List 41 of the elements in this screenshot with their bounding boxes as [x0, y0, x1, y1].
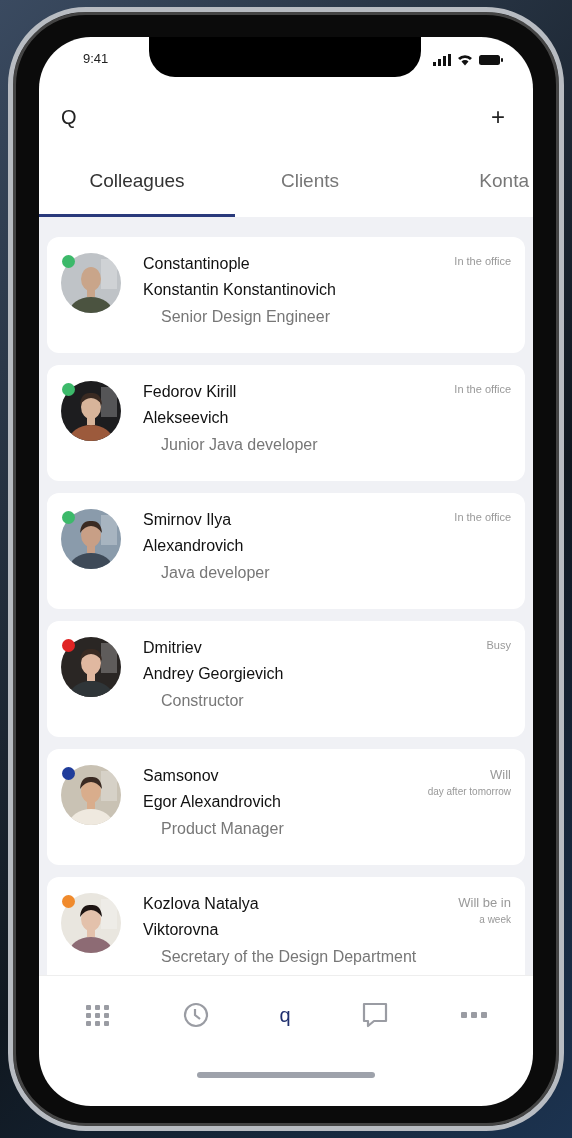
contact-name: Viktorovna: [143, 919, 220, 940]
contact-card[interactable]: Kozlova Natalya Viktorovna Secretary of the Design Department Will be in a week: [47, 877, 525, 975]
contact-name: Egor Alexandrovich: [143, 791, 282, 812]
presence-status: In the office: [454, 511, 511, 523]
presence-status: In the office: [454, 383, 511, 395]
job-title: Secretary of the Design Department: [160, 948, 418, 967]
job-title: Junior Java developer: [160, 436, 319, 455]
contact-name: Kozlova Natalya: [143, 894, 260, 914]
presence-status: day after tomorrow: [427, 786, 511, 797]
tab[interactable]: Konta: [385, 147, 533, 217]
contact-card[interactable]: Samsonov Egor Alexandrovich Product Manager Will day after tomorrow: [47, 749, 525, 865]
search-button[interactable]: Q: [57, 103, 81, 131]
job-title: Java developer: [160, 564, 271, 583]
contact-card[interactable]: Smirnov Ilya Alexandrovich Java developer In the office: [47, 493, 525, 609]
battery-icon: [479, 54, 503, 66]
wifi-icon: [457, 54, 473, 66]
job-title: Senior Design Engineer: [160, 308, 331, 327]
nav-tab[interactable]: q: [277, 1001, 293, 1029]
status-time: 9:41: [83, 50, 109, 66]
contact-name: Fedorov Kirill: [143, 382, 238, 402]
presence-status: Will be in: [458, 895, 511, 910]
presence-status: a week: [479, 914, 511, 925]
contact-name: Dmitriev: [143, 638, 203, 658]
contact-card[interactable]: Constantinople Konstantin Konstantinovich Senior Design Engineer In the office: [47, 237, 525, 353]
contact-name: Smirnov Ilya: [143, 510, 233, 530]
presence-status: In the office: [454, 255, 511, 267]
signal-icon: [433, 54, 451, 66]
contact-card[interactable]: Fedorov Kirill Alekseevich Junior Java developer In the office: [47, 365, 525, 481]
contact-name: Samsonov: [143, 766, 220, 786]
add-button[interactable]: +: [487, 101, 509, 133]
contact-name: Alexandrovich: [143, 535, 245, 556]
presence-status: Will: [490, 767, 511, 782]
job-title: Constructor: [160, 692, 245, 711]
presence-status: Busy: [486, 639, 511, 651]
contact-name: Andrey Georgievich: [143, 663, 285, 684]
job-title: Product Manager: [160, 820, 285, 839]
contact-name: Alekseevich: [143, 407, 230, 428]
contact-name: Constantinople: [143, 254, 251, 274]
tab[interactable]: Clients: [235, 147, 385, 217]
contact-card[interactable]: Dmitriev Andrey Georgievich Constructor Busy: [47, 621, 525, 737]
contact-name: Konstantin Konstantinovich: [143, 279, 337, 300]
